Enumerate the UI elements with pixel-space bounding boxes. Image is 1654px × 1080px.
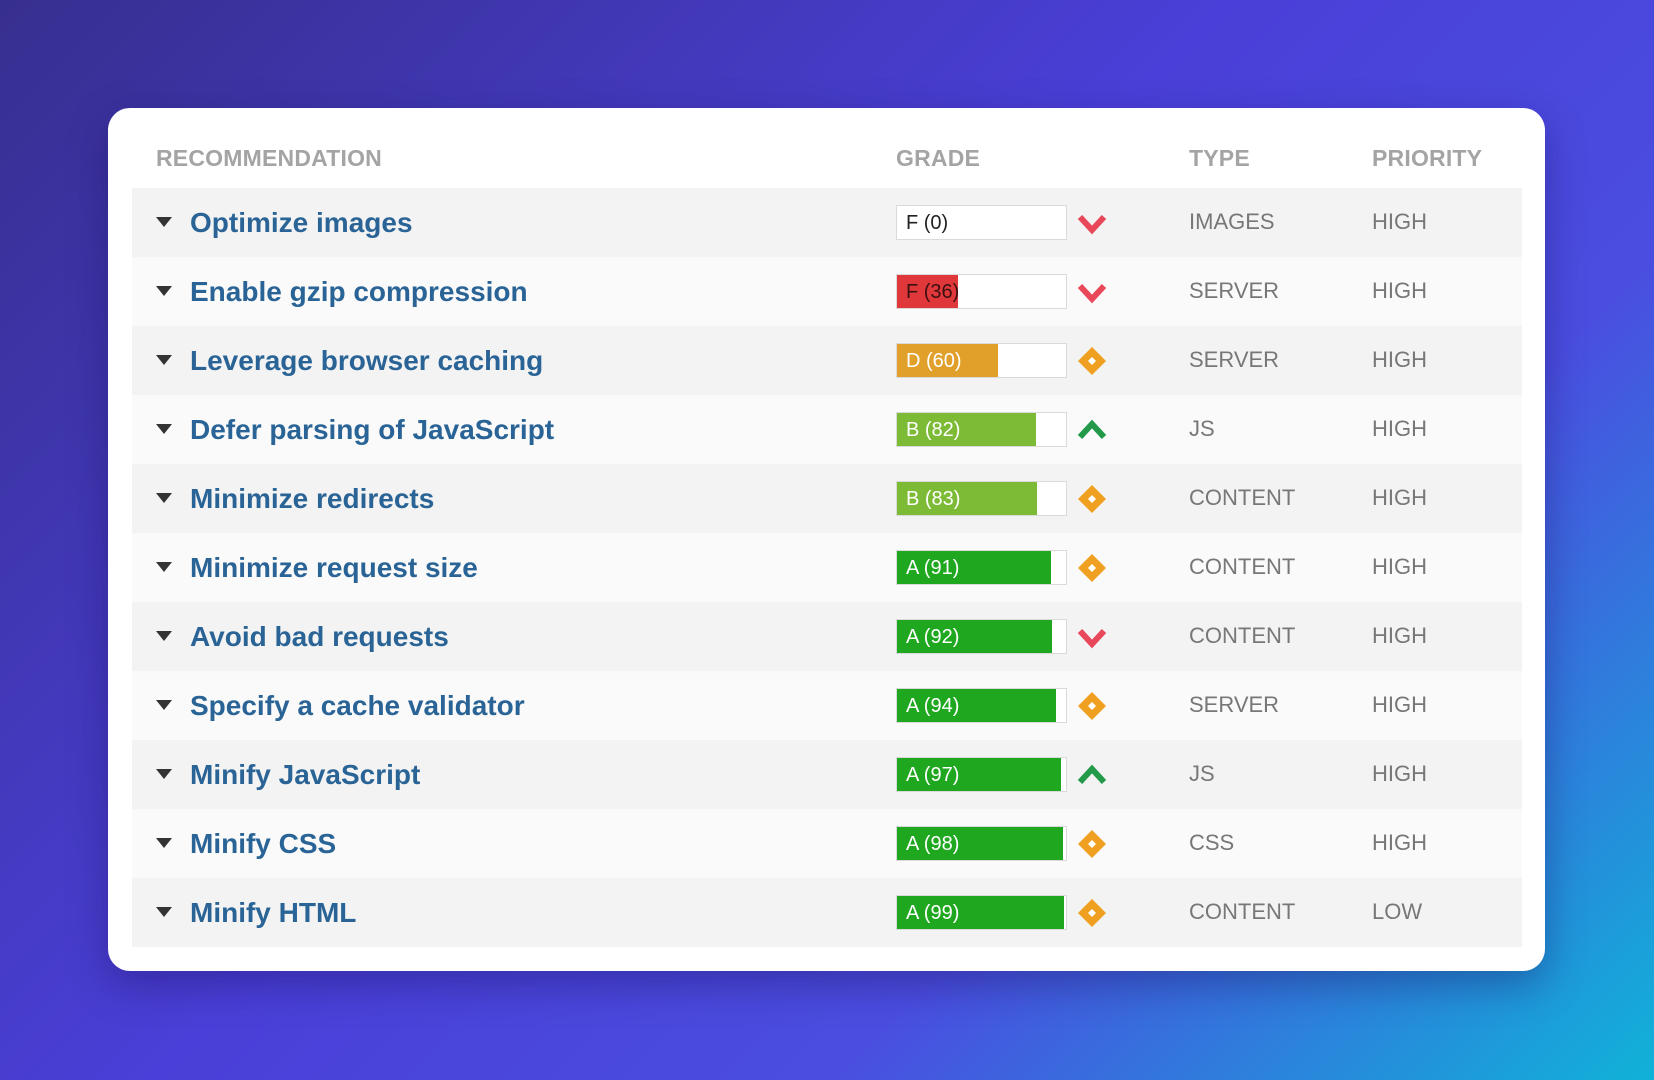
expand-toggle-icon[interactable] xyxy=(156,286,172,296)
table-row[interactable]: Minimize redirects B (83) CONTENT HIGH xyxy=(132,464,1522,533)
priority-cell: HIGH xyxy=(1372,278,1427,303)
table-row[interactable]: Minify JavaScript A (97) JS HIGH xyxy=(132,740,1522,809)
grade-label: A (92) xyxy=(906,626,960,648)
grade-bar: F (36) xyxy=(896,274,1067,309)
grade-label: A (98) xyxy=(906,833,960,855)
type-cell: SERVER xyxy=(1189,347,1280,372)
grade-label: B (82) xyxy=(906,419,961,441)
header-priority[interactable]: PRIORITY xyxy=(1372,145,1482,172)
recommendation-link[interactable]: Minimize redirects xyxy=(190,483,434,515)
priority-cell: HIGH xyxy=(1372,485,1427,510)
table-row[interactable]: Minify HTML A (99) CONTENT LOW xyxy=(132,878,1522,947)
priority-cell: HIGH xyxy=(1372,416,1427,441)
grade-bar: B (82) xyxy=(896,412,1067,447)
recommendation-link[interactable]: Optimize images xyxy=(190,207,413,239)
expand-toggle-icon[interactable] xyxy=(156,424,172,434)
table-row[interactable]: Enable gzip compression F (36) SERVER HIGH xyxy=(132,257,1522,326)
grade-label: F (0) xyxy=(906,212,949,234)
recommendation-link[interactable]: Avoid bad requests xyxy=(190,621,449,653)
diamond-icon xyxy=(1078,347,1106,375)
diamond-icon xyxy=(1078,899,1106,927)
type-cell: JS xyxy=(1189,416,1215,441)
expand-toggle-icon[interactable] xyxy=(156,631,172,641)
table-row[interactable]: Specify a cache validator A (94) SERVER HIG… xyxy=(132,671,1522,740)
priority-cell: HIGH xyxy=(1372,347,1427,372)
type-cell: SERVER xyxy=(1189,278,1280,303)
table-header: RECOMMENDATION GRADE TYPE PRIORITY xyxy=(108,108,1545,188)
priority-cell: HIGH xyxy=(1372,209,1427,234)
recommendation-link[interactable]: Specify a cache validator xyxy=(190,690,525,722)
header-recommendation[interactable]: RECOMMENDATION xyxy=(156,145,382,172)
priority-cell: HIGH xyxy=(1372,692,1427,717)
down-chevron-icon xyxy=(1077,628,1107,649)
grade-bar: A (98) xyxy=(896,826,1067,861)
table-row[interactable]: Optimize images F (0) IMAGES HIGH xyxy=(132,188,1522,257)
recommendation-link[interactable]: Defer parsing of JavaScript xyxy=(190,414,554,446)
type-cell: CONTENT xyxy=(1189,554,1296,579)
expand-toggle-icon[interactable] xyxy=(156,907,172,917)
recommendation-link[interactable]: Enable gzip compression xyxy=(190,276,528,308)
recommendation-link[interactable]: Minimize request size xyxy=(190,552,478,584)
recommendation-link[interactable]: Minify HTML xyxy=(190,897,356,929)
recommendations-card: RECOMMENDATION GRADE TYPE PRIORITY Optim… xyxy=(108,108,1545,971)
priority-cell: LOW xyxy=(1372,899,1423,924)
grade-bar: A (94) xyxy=(896,688,1067,723)
diamond-icon xyxy=(1078,554,1106,582)
grade-label: F (36) xyxy=(906,281,960,303)
recommendation-link[interactable]: Leverage browser caching xyxy=(190,345,543,377)
diamond-icon xyxy=(1078,830,1106,858)
grade-label: A (94) xyxy=(906,695,960,717)
grade-bar: D (60) xyxy=(896,343,1067,378)
grade-bar: A (92) xyxy=(896,619,1067,654)
recommendation-link[interactable]: Minify CSS xyxy=(190,828,336,860)
grade-bar: A (99) xyxy=(896,895,1067,930)
recommendation-list: Optimize images F (0) IMAGES HIGH Enable gzi… xyxy=(132,188,1522,947)
type-cell: JS xyxy=(1189,761,1215,786)
grade-label: A (91) xyxy=(906,557,960,579)
down-chevron-icon xyxy=(1077,214,1107,235)
expand-toggle-icon[interactable] xyxy=(156,700,172,710)
priority-cell: HIGH xyxy=(1372,830,1427,855)
priority-cell: HIGH xyxy=(1372,761,1427,786)
type-cell: CONTENT xyxy=(1189,899,1296,924)
type-cell: SERVER xyxy=(1189,692,1280,717)
grade-bar: F (0) xyxy=(896,205,1067,240)
grade-label: A (97) xyxy=(906,764,960,786)
grade-bar: A (97) xyxy=(896,757,1067,792)
grade-label: A (99) xyxy=(906,902,960,924)
table-row[interactable]: Avoid bad requests A (92) CONTENT HIGH xyxy=(132,602,1522,671)
up-chevron-icon xyxy=(1077,419,1107,440)
type-cell: CONTENT xyxy=(1189,623,1296,648)
diamond-icon xyxy=(1078,692,1106,720)
grade-bar: B (83) xyxy=(896,481,1067,516)
table-row[interactable]: Defer parsing of JavaScript B (82) JS HIGH xyxy=(132,395,1522,464)
expand-toggle-icon[interactable] xyxy=(156,769,172,779)
recommendation-link[interactable]: Minify JavaScript xyxy=(190,759,420,791)
diamond-icon xyxy=(1078,485,1106,513)
expand-toggle-icon[interactable] xyxy=(156,217,172,227)
expand-toggle-icon[interactable] xyxy=(156,493,172,503)
table-row[interactable]: Minimize request size A (91) CONTENT HIGH xyxy=(132,533,1522,602)
table-row[interactable]: Leverage browser caching D (60) SERVER HIGH xyxy=(132,326,1522,395)
priority-cell: HIGH xyxy=(1372,554,1427,579)
up-chevron-icon xyxy=(1077,764,1107,785)
priority-cell: HIGH xyxy=(1372,623,1427,648)
type-cell: CONTENT xyxy=(1189,485,1296,510)
down-chevron-icon xyxy=(1077,283,1107,304)
table-row[interactable]: Minify CSS A (98) CSS HIGH xyxy=(132,809,1522,878)
grade-label: B (83) xyxy=(906,488,961,510)
grade-bar: A (91) xyxy=(896,550,1067,585)
type-cell: CSS xyxy=(1189,830,1235,855)
header-type[interactable]: TYPE xyxy=(1189,145,1250,172)
grade-label: D (60) xyxy=(906,350,962,372)
type-cell: IMAGES xyxy=(1189,209,1275,234)
expand-toggle-icon[interactable] xyxy=(156,355,172,365)
expand-toggle-icon[interactable] xyxy=(156,562,172,572)
expand-toggle-icon[interactable] xyxy=(156,838,172,848)
header-grade[interactable]: GRADE xyxy=(896,145,980,172)
